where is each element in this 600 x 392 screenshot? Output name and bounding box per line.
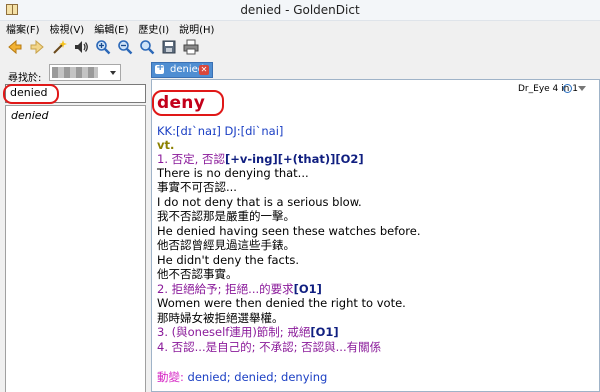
chevron-down-icon[interactable] xyxy=(578,86,586,91)
window-title: denied - GoldenDict xyxy=(240,3,360,17)
menu-edit[interactable]: 編輯(E) xyxy=(94,21,128,36)
blurred-group-name xyxy=(52,67,98,78)
example-zh: 事實不可否認... xyxy=(157,180,237,194)
highlight-ring-search xyxy=(3,84,59,104)
menu-help[interactable]: 說明(H) xyxy=(179,21,214,36)
example-zh: 那時婦女被拒絕選舉權。 xyxy=(157,311,284,325)
sense-4-heading: 4. 否認...是自己的; 不承認; 否認與...有關係 xyxy=(157,340,382,354)
chevron-down-icon xyxy=(110,71,116,75)
save-icon[interactable] xyxy=(160,38,178,56)
example-en: He didn't deny the facts. xyxy=(157,253,300,267)
forward-arrow-icon[interactable] xyxy=(28,38,46,56)
example-en: There is no denying that... xyxy=(157,166,309,180)
list-item[interactable]: denied xyxy=(6,106,145,122)
menu-history[interactable]: 歷史(I) xyxy=(138,21,169,36)
title-bar: denied - GoldenDict xyxy=(0,0,600,21)
close-icon[interactable]: ✕ xyxy=(199,65,209,75)
sense-2-heading: 2. 拒絕給予; 拒絕...的要求[O1] xyxy=(157,282,322,296)
info-icon[interactable] xyxy=(563,84,572,93)
dictionary-group-select[interactable] xyxy=(49,64,121,81)
menu-file[interactable]: 檔案(F) xyxy=(6,21,40,36)
dictionary-bar[interactable]: Dr_Eye 4 in 1 xyxy=(518,84,596,98)
sense-1-heading: 1. 否定, 否認[+v-ing][+(that)][O2] xyxy=(157,152,364,166)
speaker-icon[interactable] xyxy=(72,38,90,56)
back-arrow-icon[interactable] xyxy=(6,38,24,56)
word-list: denied xyxy=(5,105,146,392)
zoom-reset-icon[interactable] xyxy=(138,38,156,56)
example-en: He denied having seen these watches befo… xyxy=(157,224,421,238)
tab-denied[interactable]: denied ✕ xyxy=(151,62,213,78)
menu-view[interactable]: 檢視(V) xyxy=(50,21,85,36)
lookup-in-label: 尋找於: xyxy=(8,73,42,84)
word-forms: 動變: denied; denied; denying xyxy=(157,370,328,384)
sense-3-heading: 3. (與oneself連用)節制; 戒絕[O1] xyxy=(157,325,339,339)
article-view: Dr_Eye 4 in 1 deny KK:[dɪ`naɪ] DJ:[di`na… xyxy=(151,79,600,392)
part-of-speech: vt. xyxy=(157,138,175,152)
example-zh: 我不否認那是嚴重的一擊。 xyxy=(157,209,295,223)
example-en: Women were then denied the right to vote… xyxy=(157,296,406,310)
example-zh: 他否認曾經見過這些手錶。 xyxy=(157,238,295,252)
example-zh: 他不否認事實。 xyxy=(157,267,238,281)
magic-wand-icon[interactable] xyxy=(50,38,68,56)
phonetic: KK:[dɪ`naɪ] DJ:[di`nai] xyxy=(157,124,284,138)
example-en: I do not deny that is a serious blow. xyxy=(157,195,362,209)
zoom-in-icon[interactable] xyxy=(94,38,112,56)
toolbar xyxy=(0,36,600,58)
headword: deny xyxy=(157,93,206,113)
add-tab-icon[interactable] xyxy=(155,62,164,74)
print-icon[interactable] xyxy=(182,38,200,56)
splitter-handle[interactable] xyxy=(147,62,150,392)
menu-bar: 檔案(F) 檢視(V) 編輯(E) 歷史(I) 說明(H) xyxy=(0,21,600,36)
zoom-out-icon[interactable] xyxy=(116,38,134,56)
